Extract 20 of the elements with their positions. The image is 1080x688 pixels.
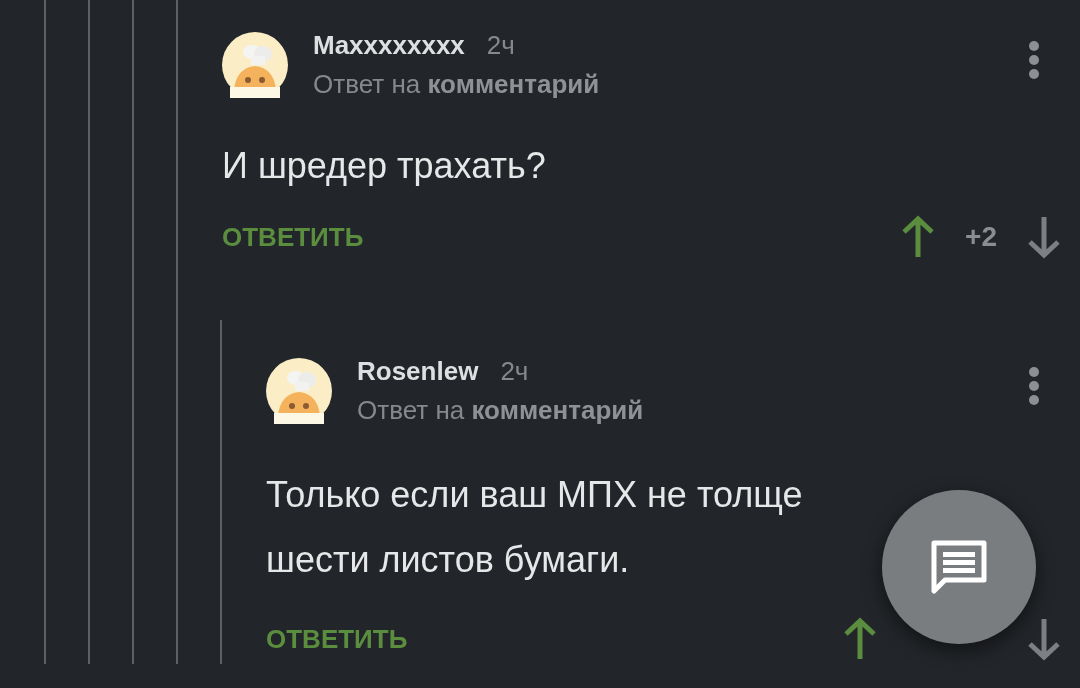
downvote-icon[interactable] bbox=[1026, 617, 1062, 661]
reply-button[interactable]: ОТВЕТИТЬ bbox=[222, 221, 364, 253]
author-name[interactable]: Maxxxxxxxx bbox=[313, 30, 465, 61]
reply-to-text: Ответ на комментарий bbox=[357, 395, 645, 426]
avatar-icon[interactable] bbox=[222, 32, 288, 98]
comment-text: И шредер трахать? bbox=[222, 144, 547, 188]
comment-text: Только если ваш МПХ не толще шести листов бумаги. bbox=[266, 473, 804, 582]
comment-icon bbox=[931, 540, 987, 594]
comment-time: 2ч bbox=[486, 30, 515, 61]
reply-to-text: Ответ на комментарий bbox=[313, 69, 601, 100]
comment-time: 2ч bbox=[500, 356, 529, 387]
upvote-icon[interactable] bbox=[842, 617, 878, 661]
reply-button[interactable]: ОТВЕТИТЬ bbox=[266, 623, 408, 655]
author-name[interactable]: Rosenlew bbox=[357, 356, 479, 387]
more-icon[interactable] bbox=[1028, 40, 1040, 80]
avatar-icon[interactable] bbox=[266, 358, 332, 424]
more-icon[interactable] bbox=[1028, 366, 1040, 406]
upvote-icon[interactable] bbox=[900, 215, 936, 259]
rating-count: +2 bbox=[964, 221, 998, 253]
downvote-icon[interactable] bbox=[1026, 215, 1062, 259]
